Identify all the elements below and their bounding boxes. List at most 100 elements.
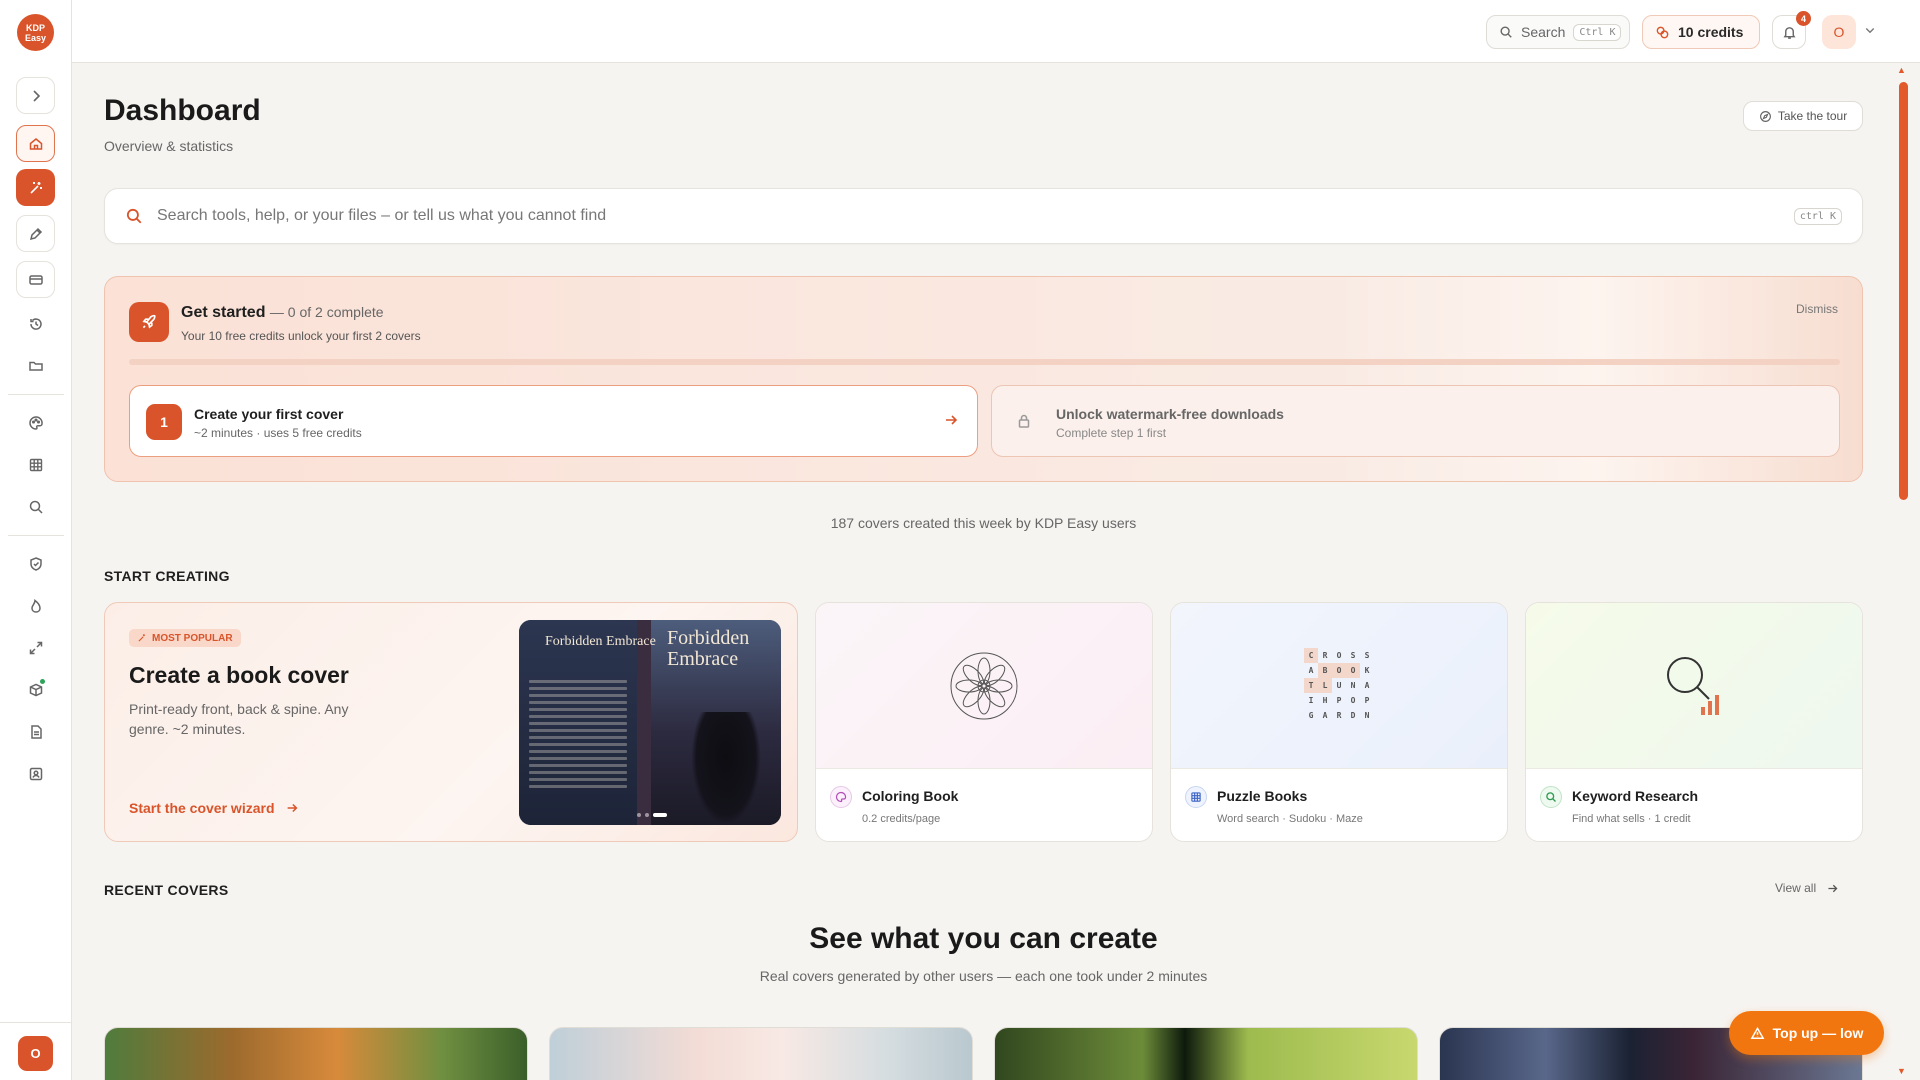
- arrow-right-icon: [287, 803, 297, 813]
- tool-card-puzzle-books[interactable]: CROSSABOOKTLUNAIHPOPGARDN Puzzle Books W…: [1170, 602, 1508, 842]
- create-cover-card[interactable]: MOST POPULAR Create a book cover Print-r…: [104, 602, 798, 842]
- showcase-subtitle: Real covers generated by other users — e…: [759, 968, 1208, 984]
- scrollbar-thumb[interactable]: [1899, 82, 1908, 500]
- search-icon: [29, 500, 43, 514]
- card-description: Print-ready front, back & spine. Any gen…: [129, 701, 349, 737]
- chevron-down-icon[interactable]: [1864, 24, 1876, 36]
- puzzle-letter: T: [1304, 678, 1318, 693]
- get-started-progress: [129, 359, 1840, 365]
- pen-icon: [29, 227, 42, 240]
- step-title: Create your first cover: [194, 406, 344, 422]
- sidebar-item-billing[interactable]: [16, 261, 55, 298]
- sidebar-item-profile[interactable]: [16, 755, 55, 792]
- puzzle-letter: G: [1308, 711, 1314, 720]
- step-subtitle: Complete step 1 first: [1056, 426, 1167, 440]
- sidebar-item-grid[interactable]: [16, 446, 55, 483]
- app-logo[interactable]: KDP Easy: [17, 14, 54, 51]
- sidebar-item-shield[interactable]: [16, 545, 55, 582]
- palette-icon: [830, 786, 852, 808]
- weekly-stat: 187 covers created this week by KDP Easy…: [830, 515, 1137, 531]
- credits-label: 10 credits: [1678, 24, 1744, 40]
- sidebar-item-home[interactable]: [16, 125, 55, 162]
- search-icon: [1540, 786, 1562, 808]
- sidebar-item-history[interactable]: [16, 305, 55, 342]
- magic-wand-icon: [29, 181, 42, 194]
- showcase-cover-thumbnail[interactable]: [104, 1027, 528, 1080]
- puzzle-letter: I: [1308, 696, 1314, 705]
- puzzle-letter: O: [1350, 696, 1356, 705]
- dismiss-button[interactable]: Dismiss: [1796, 302, 1838, 316]
- notification-badge: 4: [1796, 11, 1811, 26]
- palette-icon: [28, 415, 43, 430]
- tool-subtitle: 0.2 credits/page: [862, 813, 941, 825]
- grid-icon: [29, 458, 42, 471]
- sidebar-item-resize[interactable]: [16, 629, 55, 666]
- magnifier-chart-icon: [1667, 656, 1719, 715]
- carousel-dots[interactable]: [637, 813, 667, 817]
- mandala-petal: [983, 685, 1006, 707]
- tool-card-coloring-book[interactable]: Coloring Book 0.2 credits/page: [815, 602, 1153, 842]
- sidebar-expand-button[interactable]: [16, 77, 55, 114]
- coloring-book-art: [816, 603, 1152, 769]
- sidebar-item-cover-wand[interactable]: [16, 169, 55, 206]
- scroll-down-arrow[interactable]: ▼: [1897, 1066, 1906, 1076]
- sidebar-user-avatar[interactable]: O: [18, 1036, 53, 1071]
- chevron-right-icon: [32, 89, 40, 102]
- puzzle-letter: A: [1322, 711, 1328, 720]
- user-avatar[interactable]: O: [1822, 15, 1856, 49]
- step-create-first-cover[interactable]: 1 Create your first cover ~2 minutes · u…: [129, 385, 978, 457]
- puzzle-letter: N: [1350, 681, 1356, 690]
- arrow-right-icon: [1828, 884, 1838, 892]
- showcase-cover-thumbnail[interactable]: [994, 1027, 1418, 1080]
- puzzle-letter: N: [1364, 711, 1370, 720]
- mandala-petal: [962, 685, 985, 707]
- status-dot: [40, 679, 45, 684]
- puzzle-letter: A: [1364, 681, 1370, 690]
- card-title: Create a book cover: [129, 662, 349, 688]
- puzzle-letter: A: [1308, 666, 1314, 675]
- get-started-count: — 0 of 2 complete: [269, 304, 384, 320]
- sidebar-item-edit[interactable]: [16, 215, 55, 252]
- start-cover-wizard-link[interactable]: Start the cover wizard: [129, 800, 299, 816]
- mandala-petal: [962, 664, 985, 686]
- tool-subtitle: Word search · Sudoku · Maze: [1217, 813, 1363, 825]
- sidebar-item-document[interactable]: [16, 713, 55, 750]
- section-heading-recent-covers: RECENT COVERS: [104, 882, 229, 898]
- sample-cover-image: Forbidden Embrace Forbidden Embrace: [519, 620, 781, 825]
- notifications-button[interactable]: 4: [1772, 11, 1811, 49]
- view-all-link[interactable]: View all: [1775, 881, 1839, 895]
- sidebar-item-search[interactable]: [16, 488, 55, 525]
- cover-title-back: Forbidden Embrace: [545, 634, 656, 649]
- card-icon: [28, 274, 43, 285]
- tool-subtitle: Find what sells · 1 credit: [1572, 813, 1691, 825]
- sidebar-item-palette[interactable]: [16, 404, 55, 441]
- magic-wand-icon: [138, 634, 145, 642]
- step-unlock-downloads: Unlock watermark-free downloads Complete…: [991, 385, 1840, 457]
- take-tour-button[interactable]: Take the tour: [1743, 101, 1863, 131]
- puzzle-letter: P: [1364, 696, 1370, 705]
- scroll-up-arrow[interactable]: ▲: [1897, 65, 1906, 75]
- dashboard-search-input[interactable]: Search tools, help, or your files – or t…: [104, 188, 1863, 244]
- puzzle-letter: S: [1350, 651, 1356, 660]
- step-title: Unlock watermark-free downloads: [1056, 406, 1284, 422]
- sidebar-item-package[interactable]: [16, 671, 55, 708]
- step-subtitle: ~2 minutes · uses 5 free credits: [194, 426, 362, 440]
- coins-icon: [1656, 26, 1669, 38]
- puzzle-letter: K: [1364, 666, 1370, 675]
- sidebar-item-files[interactable]: [16, 347, 55, 384]
- credits-button[interactable]: 10 credits: [1642, 15, 1760, 49]
- sidebar-item-flame[interactable]: [16, 587, 55, 624]
- search-placeholder: Search tools, help, or your files – or t…: [157, 207, 607, 224]
- section-heading-start-creating: START CREATING: [104, 568, 230, 584]
- showcase-cover-thumbnail[interactable]: [549, 1027, 973, 1080]
- tool-card-keyword-research[interactable]: Keyword Research Find what sells · 1 cre…: [1525, 602, 1863, 842]
- puzzle-letter: H: [1322, 696, 1328, 705]
- most-popular-badge: MOST POPULAR: [129, 629, 241, 647]
- folder-icon: [28, 361, 43, 371]
- history-icon: [29, 317, 42, 330]
- global-search-button[interactable]: Search Ctrl K: [1486, 15, 1630, 49]
- compass-icon: [1759, 110, 1771, 122]
- arrow-right-icon: [946, 415, 958, 425]
- top-up-button[interactable]: Top up — low: [1729, 1011, 1884, 1055]
- tool-name: Coloring Book: [862, 788, 959, 804]
